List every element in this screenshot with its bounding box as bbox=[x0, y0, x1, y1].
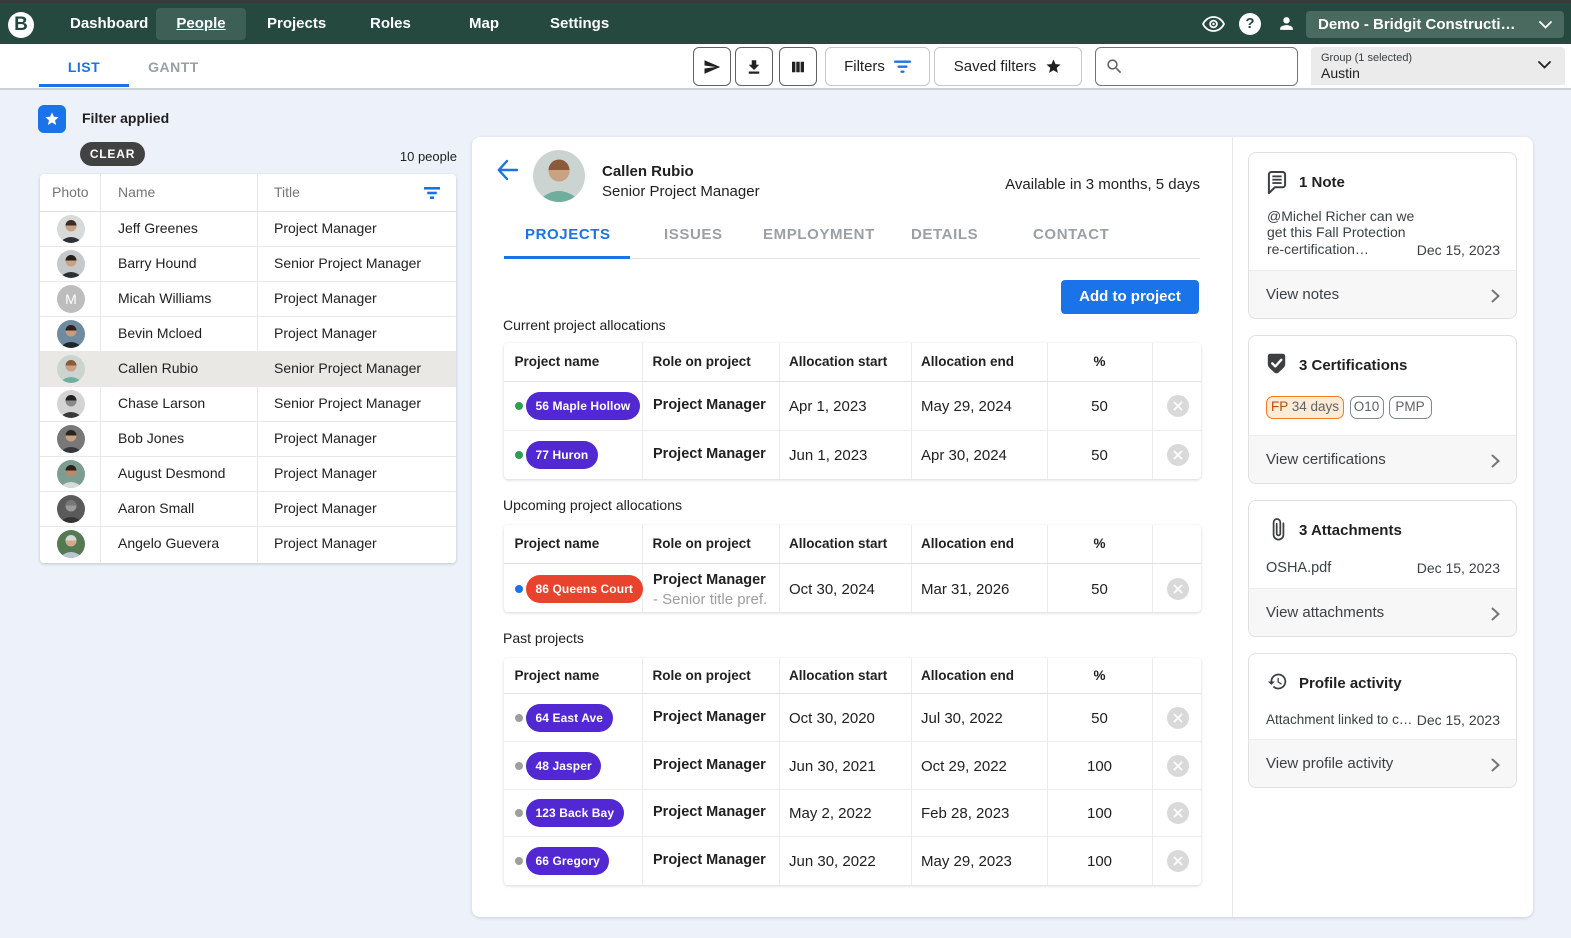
svg-text:M: M bbox=[65, 291, 77, 307]
